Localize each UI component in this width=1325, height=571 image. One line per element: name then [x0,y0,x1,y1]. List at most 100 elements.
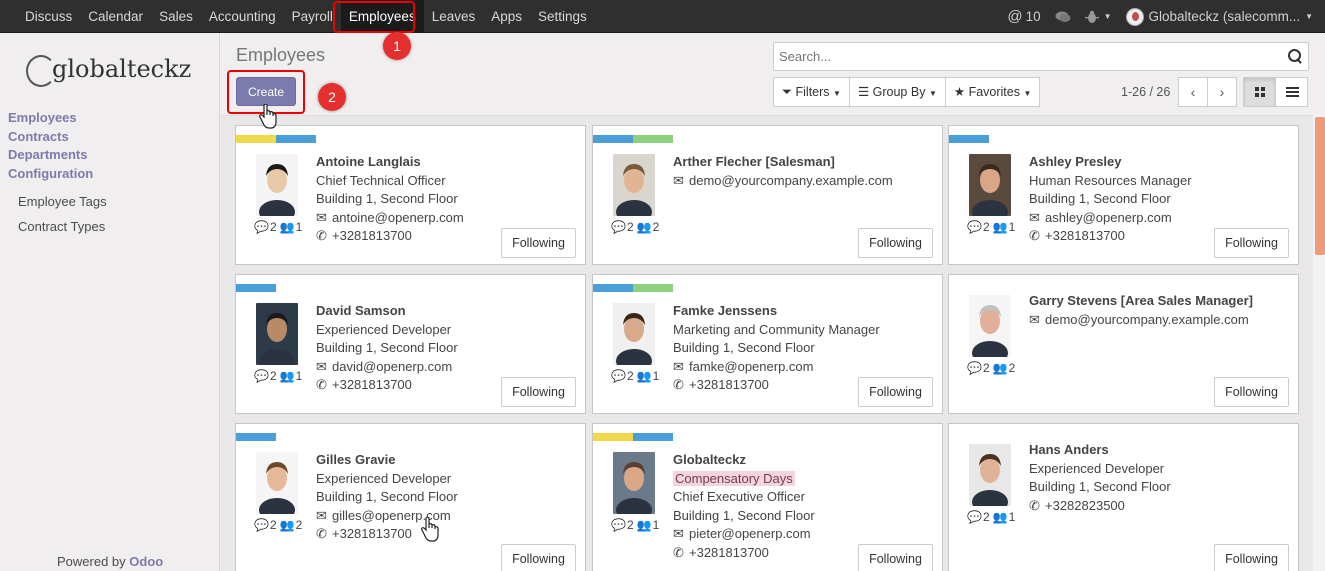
employee-photo[interactable] [256,303,298,365]
phone-icon: ✆ [316,377,327,393]
nav-accounting[interactable]: Accounting [201,0,284,33]
followers-icon: 👥 [279,220,295,234]
app-menu: Discuss Calendar Sales Accounting Payroll Emp… [17,0,595,33]
employee-name[interactable]: Antoine Langlais [316,153,464,172]
employee-detail: Marketing and Community Manager [673,321,880,337]
employee-photo[interactable] [256,154,298,216]
sidebar-item-departments[interactable]: Departments [8,146,107,165]
sidebar-item-configuration[interactable]: Configuration [8,165,107,184]
search-options: ⏷ Filters ▼ ☰ Group By ▼ ★ Favorites ▼ [773,77,1041,107]
at-icon: @ [1007,8,1023,25]
avatar [1125,7,1144,26]
scrollbar-thumb[interactable] [1315,117,1325,255]
employee-card[interactable]: 💬 2 👥 2 Garry Stevens [Area Sales Manager] ✉ d… [948,274,1299,414]
employee-card[interactable]: 💬 2 👥 1 Famke Jenssens Marketing and Communit… [592,274,943,414]
employee-photo[interactable] [613,303,655,365]
sidebar-item-contracts[interactable]: Contracts [8,128,107,147]
following-button[interactable]: Following [858,377,933,407]
nav-apps[interactable]: Apps [483,0,530,33]
hand-cursor-icon [258,104,277,129]
employee-phone: +3281813700 [332,526,412,542]
employee-phone: +3281813700 [332,377,412,393]
nav-payroll[interactable]: Payroll [284,0,341,33]
employee-info: David Samson Experienced Developer Buildin… [316,302,458,395]
following-button[interactable]: Following [1214,228,1289,258]
comments-icon: 💬 [967,220,982,234]
user-menu[interactable]: Globalteckz (salecomm... ▼ [1125,7,1313,26]
employee-photo[interactable] [256,452,298,514]
nav-employees[interactable]: Employees [340,0,424,33]
search-input[interactable] [774,43,1274,70]
employee-stats: 💬 2 👥 1 [254,369,303,383]
employee-email: david@openerp.com [332,358,453,374]
debug-button[interactable]: ▼ [1084,10,1112,24]
comments-icon: 💬 [254,220,269,234]
employee-card[interactable]: 💬 2 👥 1 David Samson Experienced Developer Bui… [235,274,586,414]
sidebar-item-employee-tags[interactable]: Employee Tags [8,189,107,214]
page-title: Employees [236,45,326,65]
sidebar-item-employees[interactable]: Employees [8,109,107,128]
employee-photo[interactable] [969,154,1011,216]
create-button[interactable]: Create [236,77,296,106]
following-button[interactable]: Following [858,228,933,258]
pager-next-button[interactable]: › [1207,77,1237,107]
employee-name[interactable]: Famke Jenssens [673,302,880,321]
sidebar-menu: Employees Contracts Departments Configurati… [8,109,107,239]
employee-info: Famke Jenssens Marketing and Community Ma… [673,302,880,395]
followers-icon: 👥 [636,518,652,532]
following-button[interactable]: Following [501,228,576,258]
employee-card[interactable]: 💬 2 👥 2 Arther Flecher [Salesman] ✉ demo@yourc… [592,125,943,265]
scrollbar[interactable] [1313,115,1325,571]
nav-sales[interactable]: Sales [151,0,201,33]
nav-settings[interactable]: Settings [530,0,595,33]
pager-previous-button[interactable]: ‹ [1178,77,1208,107]
employee-phone: +3282823500 [1045,497,1125,513]
powered-by: Powered by Odoo [57,554,164,569]
employee-photo[interactable] [969,295,1011,357]
employee-photo[interactable] [613,452,655,514]
nav-leaves[interactable]: Leaves [424,0,484,33]
following-button[interactable]: Following [501,377,576,407]
followers-icon: 👥 [992,220,1008,234]
employee-card[interactable]: 💬 2 👥 1 Hans Anders Experienced Developer Buil… [948,423,1299,571]
search-icon[interactable] [1288,49,1302,63]
employee-card[interactable]: 💬 2 👥 1 Antoine Langlais Chief Technical Offi… [235,125,586,265]
employee-photo[interactable] [613,154,655,216]
employee-detail: Human Resources Manager [1029,172,1192,188]
following-button[interactable]: Following [858,544,933,571]
employee-name[interactable]: Hans Anders [1029,441,1171,460]
employee-name[interactable]: Globalteckz [673,451,815,470]
following-button[interactable]: Following [1214,544,1289,571]
list-icon [1286,87,1299,98]
filters-button[interactable]: ⏷ Filters ▼ [773,77,850,107]
chat-button[interactable] [1055,10,1071,24]
employee-name[interactable]: Ashley Presley [1029,153,1192,172]
employee-detail: Building 1, Second Floor [316,489,458,505]
employee-card[interactable]: 💬 2 👥 1 Globalteckz Compensatory Days Chief Ex… [592,423,943,571]
employee-name[interactable]: Arther Flecher [Salesman] [673,153,893,172]
employee-card[interactable]: 💬 2 👥 1 Ashley Presley Human Resources Manage… [948,125,1299,265]
employee-name[interactable]: Gilles Gravie [316,451,458,470]
nav-calendar[interactable]: Calendar [80,0,151,33]
employee-info: Arther Flecher [Salesman] ✉ demo@yourcompa… [673,153,893,190]
list-view-button[interactable] [1275,77,1308,107]
followers-icon: 👥 [279,518,295,532]
kanban-view-button[interactable] [1243,77,1276,107]
sidebar-item-contract-types[interactable]: Contract Types [8,214,107,239]
following-button[interactable]: Following [1214,377,1289,407]
employee-photo[interactable] [969,444,1011,506]
favorites-button[interactable]: ★ Favorites ▼ [944,77,1041,107]
nav-discuss[interactable]: Discuss [17,0,80,33]
tag-color-bar [593,135,673,143]
employee-card[interactable]: 💬 2 👥 2 Gilles Gravie Experienced Developer Bu… [235,423,586,571]
employee-name[interactable]: Garry Stevens [Area Sales Manager] [1029,292,1253,311]
employee-detail: Building 1, Second Floor [316,191,458,207]
employee-name[interactable]: David Samson [316,302,458,321]
employee-info: Garry Stevens [Area Sales Manager] ✉ demo@… [1029,292,1253,329]
mentions-button[interactable]: @ 10 [1007,8,1040,25]
odoo-link[interactable]: Odoo [129,554,163,569]
envelope-icon: ✉ [1029,209,1040,225]
phone-icon: ✆ [1029,497,1040,513]
following-button[interactable]: Following [501,544,576,571]
group-by-button[interactable]: ☰ Group By ▼ [848,77,946,107]
